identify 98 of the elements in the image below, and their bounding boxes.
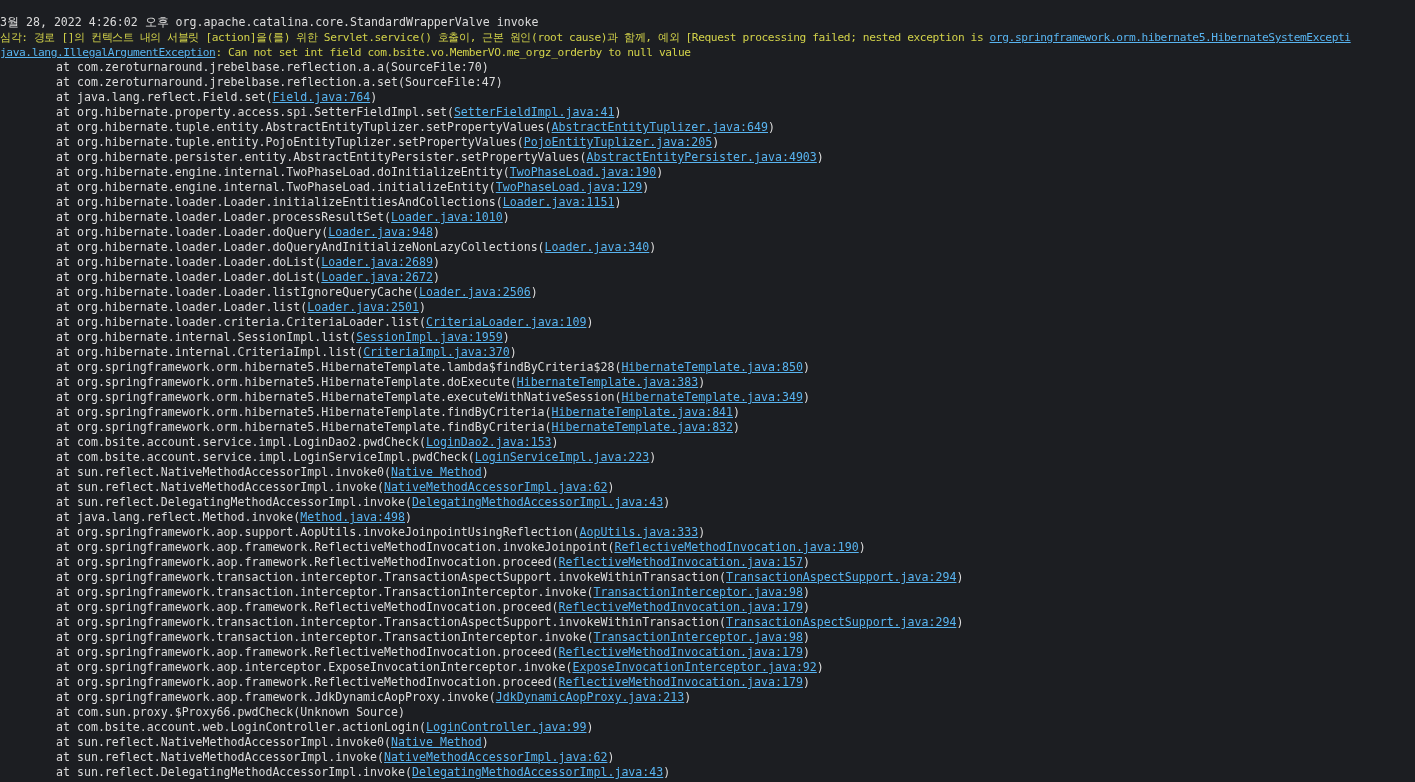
source-link[interactable]: LoginServiceImpl.java:223 [474,450,650,464]
log-line: at org.hibernate.loader.Loader.processResultSet(Loader.java:1010) [55,210,510,225]
log-line: at sun.reflect.NativeMethodAccessorImpl.invoke0(Native Method) [55,465,489,480]
log-line: 심각: 경로 []의 컨텍스트 내의 서블릿 [action]을(를) 위한 Servlet.service() 호출이, 근본 원인(root cause)과 함께, 예외 [Request processing failed; nested exception is org.springframework.orm.hibernate5.HibernateSystemExcepti [0,30,1351,45]
source-link[interactable]: ReflectiveMethodInvocation.java:179 [558,675,803,689]
source-link[interactable]: CriteriaImpl.java:370 [363,345,510,359]
log-line: at org.springframework.aop.framework.ReflectiveMethodInvocation.proceed(ReflectiveMethodInvocation.java:157) [55,555,810,570]
source-link[interactable]: DelegatingMethodAccessorImpl.java:43 [412,765,664,779]
log-line: at org.springframework.aop.interceptor.ExposeInvocationInterceptor.invoke(ExposeInvocationInterceptor.java:92) [55,660,824,675]
source-link[interactable]: NativeMethodAccessorImpl.java:62 [384,480,608,494]
log-line: at org.hibernate.engine.internal.TwoPhaseLoad.doInitializeEntity(TwoPhaseLoad.java:190) [55,165,664,180]
source-link[interactable]: Native Method [391,735,482,749]
source-link[interactable]: ExposeInvocationInterceptor.java:92 [572,660,817,674]
source-link[interactable]: TransactionAspectSupport.java:294 [726,570,957,584]
source-link[interactable]: Method.java:498 [300,510,405,524]
log-line: at sun.reflect.DelegatingMethodAccessorImpl.invoke(DelegatingMethodAccessorImpl.java:43) [55,495,671,510]
source-link[interactable]: Loader.java:2672 [321,270,433,284]
log-line: at org.springframework.orm.hibernate5.HibernateTemplate.doExecute(HibernateTemplate.java:383) [55,375,706,390]
log-line: at org.hibernate.loader.Loader.list(Loader.java:2501) [55,300,426,315]
source-link[interactable]: TransactionInterceptor.java:98 [593,630,803,644]
source-link[interactable]: AbstractEntityPersister.java:4903 [586,150,817,164]
log-line: at sun.reflect.NativeMethodAccessorImpl.invoke0(Native Method) [55,735,489,750]
source-link[interactable]: DelegatingMethodAccessorImpl.java:43 [412,495,664,509]
log-line: at com.zeroturnaround.jrebelbase.reflection.a.set(SourceFile:47) [55,75,503,90]
source-link[interactable]: TransactionAspectSupport.java:294 [726,615,957,629]
log-line: at com.sun.proxy.$Proxy66.pwdCheck(Unknown Source) [55,705,405,720]
log-line: at sun.reflect.NativeMethodAccessorImpl.invoke(NativeMethodAccessorImpl.java:62) [55,480,615,495]
source-link[interactable]: Loader.java:1151 [502,195,615,209]
log-line: at java.lang.reflect.Field.set(Field.java:764) [55,90,378,105]
log-line: at org.springframework.aop.framework.ReflectiveMethodInvocation.proceed(ReflectiveMethodInvocation.java:179) [55,600,810,615]
log-line: at org.springframework.orm.hibernate5.HibernateTemplate.findByCriteria(HibernateTemplate.java:841) [55,405,741,420]
source-link[interactable]: HibernateTemplate.java:349 [621,390,803,404]
source-link[interactable]: HibernateTemplate.java:850 [621,360,803,374]
log-line: at org.springframework.transaction.interceptor.TransactionInterceptor.invoke(TransactionInterceptor.java:98) [55,630,810,645]
log-line: at org.springframework.orm.hibernate5.HibernateTemplate.findByCriteria(HibernateTemplate.java:832) [55,420,741,435]
log-line: at org.springframework.transaction.interceptor.TransactionInterceptor.invoke(TransactionInterceptor.java:98) [55,585,810,600]
log-line: at org.springframework.transaction.interceptor.TransactionAspectSupport.invokeWithinTransaction(TransactionAspectSupport.java:294) [55,615,964,630]
source-link[interactable]: Loader.java:2689 [321,255,433,269]
source-link[interactable]: JdkDynamicAopProxy.java:213 [495,690,685,704]
log-line: at org.hibernate.loader.criteria.CriteriaLoader.list(CriteriaLoader.java:109) [55,315,594,330]
source-link[interactable]: Field.java:764 [272,90,371,104]
log-line: at com.bsite.account.service.impl.LoginServiceImpl.pwdCheck(LoginServiceImpl.java:223) [55,450,657,465]
log-line: at com.zeroturnaround.jrebelbase.reflection.a.a(SourceFile:70) [55,60,489,75]
log-line: java.lang.IllegalArgumentException: Can not set int field com.bsite.vo.MemberVO.me_orgz_orderby to null value [0,45,691,60]
source-link[interactable]: HibernateTemplate.java:841 [551,405,734,419]
log-line: at java.lang.reflect.Method.invoke(Method.java:498) [55,510,412,525]
source-link[interactable]: NativeMethodAccessorImpl.java:62 [384,750,608,764]
source-link[interactable]: AbstractEntityTuplizer.java:649 [551,120,768,134]
log-line: at org.springframework.aop.framework.ReflectiveMethodInvocation.invokeJoinpoint(ReflectiveMethodInvocation.java:190) [55,540,866,555]
log-line: at com.bsite.account.web.LoginController.actionLogin(LoginController.java:99) [55,720,594,735]
log-line: at org.hibernate.internal.SessionImpl.list(SessionImpl.java:1959) [55,330,510,345]
log-line: at org.springframework.orm.hibernate5.HibernateTemplate.executeWithNativeSession(HibernateTemplate.java:349) [55,390,810,405]
log-line: at org.hibernate.engine.internal.TwoPhaseLoad.initializeEntity(TwoPhaseLoad.java:129) [55,180,650,195]
log-line: at org.springframework.aop.framework.JdkDynamicAopProxy.invoke(JdkDynamicAopProxy.java:213) [55,690,692,705]
source-link[interactable]: Loader.java:340 [544,240,650,254]
source-link[interactable]: Loader.java:948 [328,225,433,239]
source-link[interactable]: Native Method [391,465,482,479]
source-link[interactable]: ReflectiveMethodInvocation.java:157 [558,555,803,569]
source-link[interactable]: TwoPhaseLoad.java:190 [509,165,657,179]
log-line: at org.hibernate.loader.Loader.doQuery(Loader.java:948) [55,225,440,240]
log-line: at org.hibernate.loader.Loader.initializeEntitiesAndCollections(Loader.java:1151) [55,195,622,210]
source-link[interactable]: LoginDao2.java:153 [425,435,552,449]
log-line: at org.springframework.aop.framework.ReflectiveMethodInvocation.proceed(ReflectiveMethodInvocation.java:179) [55,675,810,690]
source-link[interactable]: ReflectiveMethodInvocation.java:190 [614,540,859,554]
log-line: at sun.reflect.NativeMethodAccessorImpl.invoke(NativeMethodAccessorImpl.java:62) [55,750,615,765]
log-line: at org.hibernate.loader.Loader.doQueryAndInitializeNonLazyCollections(Loader.java:340) [55,240,657,255]
log-line: at org.hibernate.loader.Loader.listIgnoreQueryCache(Loader.java:2506) [55,285,538,300]
source-link[interactable]: Loader.java:1010 [391,210,503,224]
log-line: at org.hibernate.persister.entity.AbstractEntityPersister.setPropertyValues(AbstractEntityPersister.java:4903) [55,150,824,165]
log-line: at org.hibernate.property.access.spi.SetterFieldImpl.set(SetterFieldImpl.java:41) [55,105,622,120]
source-link[interactable]: TwoPhaseLoad.java:129 [495,180,643,194]
source-link[interactable]: CriteriaLoader.java:109 [425,315,587,329]
log-line: at org.springframework.transaction.interceptor.TransactionAspectSupport.invokeWithinTransaction(TransactionAspectSupport.java:294) [55,570,964,585]
log-line: at org.springframework.aop.framework.ReflectiveMethodInvocation.proceed(ReflectiveMethodInvocation.java:179) [55,645,810,660]
log-line: at org.springframework.aop.support.AopUtils.invokeJoinpointUsingReflection(AopUtils.java:333) [55,525,706,540]
source-link[interactable]: java.lang.IllegalArgumentException [0,46,216,59]
source-link[interactable]: AopUtils.java:333 [579,525,699,539]
log-line: at org.springframework.orm.hibernate5.HibernateTemplate.lambda$findByCriteria$28(HibernateTemplate.java:850) [55,360,810,375]
log-line: at org.hibernate.loader.Loader.doList(Loader.java:2672) [55,270,440,285]
log-line: at org.hibernate.loader.Loader.doList(Loader.java:2689) [55,255,440,270]
source-link[interactable]: SessionImpl.java:1959 [356,330,503,344]
source-link[interactable]: PojoEntityTuplizer.java:205 [523,135,713,149]
source-link[interactable]: HibernateTemplate.java:383 [516,375,699,389]
source-link[interactable]: ReflectiveMethodInvocation.java:179 [558,645,803,659]
log-line: at org.hibernate.tuple.entity.PojoEntityTuplizer.setPropertyValues(PojoEntityTuplizer.java:205) [55,135,720,150]
source-link[interactable]: org.springframework.orm.hibernate5.HibernateSystemExcepti [989,31,1351,44]
source-link[interactable]: Loader.java:2506 [418,285,531,299]
log-line: at org.hibernate.internal.CriteriaImpl.list(CriteriaImpl.java:370) [55,345,517,360]
source-link[interactable]: LoginController.java:99 [425,720,587,734]
log-line: 3월 28, 2022 4:26:02 오후 org.apache.catalina.core.StandardWrapperValve invoke [0,15,539,30]
source-link[interactable]: ReflectiveMethodInvocation.java:179 [558,600,803,614]
log-line: at org.hibernate.tuple.entity.AbstractEntityTuplizer.setPropertyValues(AbstractEntityTuplizer.java:649) [55,120,775,135]
source-link[interactable]: Loader.java:2501 [307,300,419,314]
log-line: at sun.reflect.DelegatingMethodAccessorImpl.invoke(DelegatingMethodAccessorImpl.java:43) [55,765,671,780]
log-line: at com.bsite.account.service.impl.LoginDao2.pwdCheck(LoginDao2.java:153) [55,435,559,450]
source-link[interactable]: TransactionInterceptor.java:98 [593,585,803,599]
source-link[interactable]: SetterFieldImpl.java:41 [453,105,615,119]
source-link[interactable]: HibernateTemplate.java:832 [551,420,734,434]
